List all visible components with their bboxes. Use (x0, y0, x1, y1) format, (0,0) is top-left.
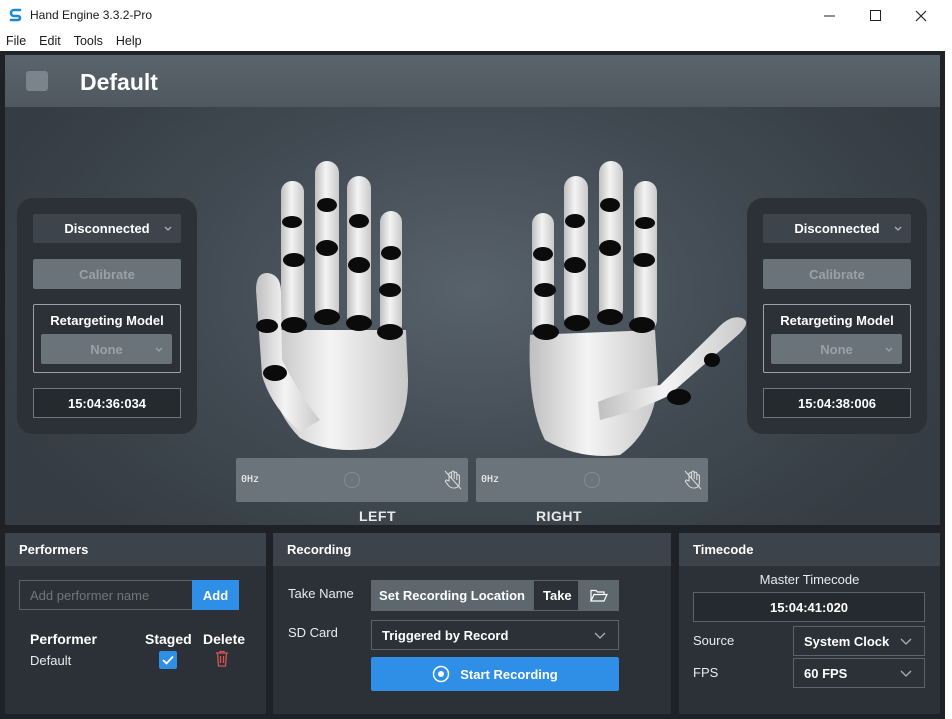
record-icon (432, 665, 450, 683)
performer-name-input[interactable] (19, 580, 193, 610)
right-glove-panel: Disconnected Calibrate Retargeting Model… (747, 198, 927, 434)
master-timecode-label: Master Timecode (759, 572, 860, 587)
right-hz-value: 0Hz (481, 474, 500, 485)
right-connection-dropdown[interactable]: Disconnected (763, 214, 911, 243)
hand-gesture-icon (444, 470, 462, 490)
left-retargeting-label: Retargeting Model (50, 313, 164, 328)
right-hand-model (529, 161, 747, 456)
chevron-down-icon (900, 638, 912, 645)
master-timecode-value: 15:04:41:020 (693, 592, 925, 622)
take-name-label: Take Name (288, 586, 354, 601)
staged-checkbox[interactable] (159, 651, 177, 669)
col-performer: Performer (30, 631, 97, 647)
left-calibrate-button[interactable]: Calibrate (33, 259, 181, 289)
timecode-panel: Timecode Master Timecode 15:04:41:020 So… (679, 533, 940, 714)
right-timestamp: 15:04:38:006 (763, 388, 911, 418)
source-label: Source (693, 633, 735, 648)
loading-spinner-icon (344, 472, 360, 488)
add-performer-button[interactable]: Add (192, 580, 239, 610)
left-timestamp: 15:04:36:034 (33, 388, 181, 418)
folder-open-icon (590, 589, 608, 602)
performer-row-name: Default (30, 653, 72, 668)
fps-label: FPS (693, 665, 719, 680)
left-hand-model (256, 161, 408, 451)
col-staged: Staged (145, 631, 192, 647)
chevron-down-icon (164, 226, 172, 231)
left-hz-bar: 0Hz (236, 458, 468, 502)
left-retargeting-dropdown[interactable]: None (41, 334, 172, 364)
timecode-title: Timecode (679, 533, 940, 566)
start-recording-button[interactable]: Start Recording (371, 657, 619, 691)
set-recording-location-button[interactable]: Set Recording Location (371, 580, 533, 611)
right-retargeting-value: None (820, 341, 853, 357)
chevron-down-icon (885, 347, 893, 352)
left-retargeting-value: None (90, 341, 123, 357)
hand-gesture-icon (684, 470, 702, 490)
right-connection-value: Disconnected (794, 221, 880, 236)
trash-icon[interactable] (215, 650, 229, 667)
right-hand-label: RIGHT (536, 508, 583, 524)
source-value: System Clock (804, 633, 890, 649)
fps-value: 60 FPS (804, 665, 848, 681)
recording-panel: Recording Take Name Set Recording Locati… (273, 533, 671, 714)
performers-panel: Performers Add Performer Staged Delete D… (5, 533, 266, 714)
sd-card-value: Triggered by Record (382, 627, 509, 643)
browse-folder-button[interactable] (579, 580, 619, 611)
left-glove-panel: Disconnected Calibrate Retargeting Model… (17, 198, 197, 434)
chevron-down-icon (900, 670, 912, 677)
chevron-down-icon (894, 226, 902, 231)
left-hand-label: LEFT (359, 508, 396, 524)
right-hz-bar: 0Hz (476, 458, 708, 502)
right-retargeting-dropdown[interactable]: None (771, 334, 902, 364)
left-connection-value: Disconnected (64, 221, 150, 236)
chevron-down-icon (155, 347, 163, 352)
chevron-down-icon (594, 632, 606, 639)
take-name-input[interactable] (533, 580, 579, 611)
right-retargeting-label: Retargeting Model (780, 313, 894, 328)
recording-title: Recording (273, 533, 671, 566)
loading-spinner-icon (584, 472, 600, 488)
performers-title: Performers (5, 533, 266, 566)
left-retargeting-box: Retargeting Model None (33, 304, 181, 373)
sd-card-dropdown[interactable]: Triggered by Record (371, 620, 619, 650)
right-calibrate-button[interactable]: Calibrate (763, 259, 911, 289)
fps-dropdown[interactable]: 60 FPS (793, 658, 925, 688)
col-delete: Delete (203, 631, 246, 647)
checkmark-icon (162, 655, 174, 665)
left-hz-value: 0Hz (241, 474, 260, 485)
right-retargeting-box: Retargeting Model None (763, 304, 911, 373)
sd-card-label: SD Card (288, 625, 338, 640)
left-connection-dropdown[interactable]: Disconnected (33, 214, 181, 243)
start-recording-label: Start Recording (460, 666, 558, 682)
source-dropdown[interactable]: System Clock (793, 626, 925, 656)
